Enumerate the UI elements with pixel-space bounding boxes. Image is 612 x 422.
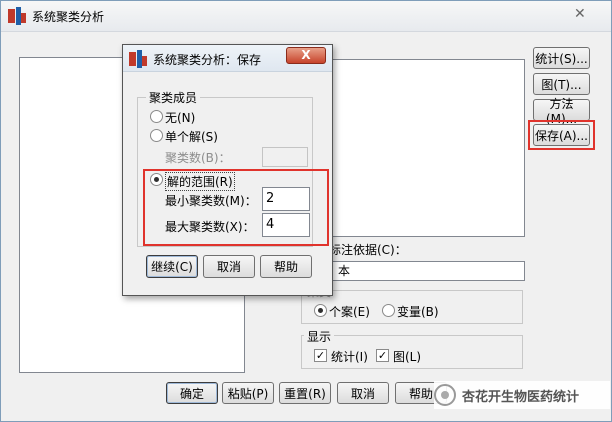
- number-of-clusters-field: [262, 147, 308, 167]
- save-dialog: 系统聚类分析：保存 X 聚类成员 无(N) 单个解(S) 聚类数(B)： 解的范…: [122, 44, 333, 296]
- method-button[interactable]: 方法(M)...: [533, 97, 590, 126]
- spss-app-icon: [8, 7, 26, 25]
- statistics-button[interactable]: 统计(S)...: [533, 47, 590, 69]
- plots-button[interactable]: 图(T)...: [533, 73, 590, 95]
- label-by-field[interactable]: 本: [301, 261, 525, 281]
- cases-radio[interactable]: [314, 304, 327, 317]
- statistics-checkbox[interactable]: ✓: [314, 349, 327, 362]
- plots-checkbox[interactable]: ✓: [376, 349, 389, 362]
- ok-button[interactable]: 确定: [166, 382, 218, 404]
- close-icon[interactable]: ✕: [574, 6, 586, 22]
- variables-radio-label: 变量(B): [397, 305, 439, 319]
- spss-app-icon: [129, 50, 147, 68]
- dialog-title: 系统聚类分析：保存: [153, 53, 262, 67]
- plots-checkbox-label: 图(L): [393, 350, 422, 364]
- dialog-help-button[interactable]: 帮助: [260, 255, 312, 278]
- max-clusters-field[interactable]: 4: [262, 213, 310, 237]
- min-clusters-label: 最小聚类数(M)：: [165, 194, 257, 208]
- main-window-title: 系统聚类分析: [32, 10, 105, 24]
- none-radio-label: 无(N): [165, 111, 196, 125]
- single-solution-label: 单个解(S): [165, 130, 218, 144]
- cluster-membership-title: 聚类成员: [146, 89, 201, 106]
- paste-button[interactable]: 粘贴(P): [222, 382, 274, 404]
- number-of-clusters-label: 聚类数(B)：: [165, 151, 231, 165]
- max-clusters-label: 最大聚类数(X)：: [165, 220, 255, 234]
- save-button[interactable]: 保存(A)...: [533, 124, 590, 146]
- statistics-checkbox-label: 统计(I): [331, 350, 368, 364]
- none-radio[interactable]: [150, 110, 163, 123]
- dialog-cancel-button[interactable]: 取消: [203, 255, 255, 278]
- range-radio-label: 解的范围(R): [165, 172, 235, 191]
- dialog-titlebar[interactable]: 系统聚类分析：保存 X: [123, 45, 332, 72]
- wechat-logo-icon: [434, 384, 456, 406]
- min-clusters-field[interactable]: 2: [262, 187, 310, 211]
- variables-list[interactable]: [301, 59, 525, 237]
- single-solution-radio[interactable]: [150, 129, 163, 142]
- display-group-title: 显示: [304, 328, 335, 345]
- watermark: 杏花开生物医药统计: [434, 381, 610, 409]
- cases-radio-label: 个案(E): [329, 305, 370, 319]
- main-titlebar[interactable]: 系统聚类分析 ✕: [1, 1, 611, 32]
- reset-button[interactable]: 重置(R): [279, 382, 331, 404]
- dialog-close-icon[interactable]: X: [286, 47, 326, 64]
- variables-radio[interactable]: [382, 304, 395, 317]
- label-by-label: 标注依据(C)：: [329, 243, 407, 257]
- range-radio[interactable]: [150, 173, 163, 186]
- cancel-button[interactable]: 取消: [337, 382, 389, 404]
- watermark-text: 杏花开生物医药统计: [462, 389, 580, 405]
- continue-button[interactable]: 继续(C): [146, 255, 198, 278]
